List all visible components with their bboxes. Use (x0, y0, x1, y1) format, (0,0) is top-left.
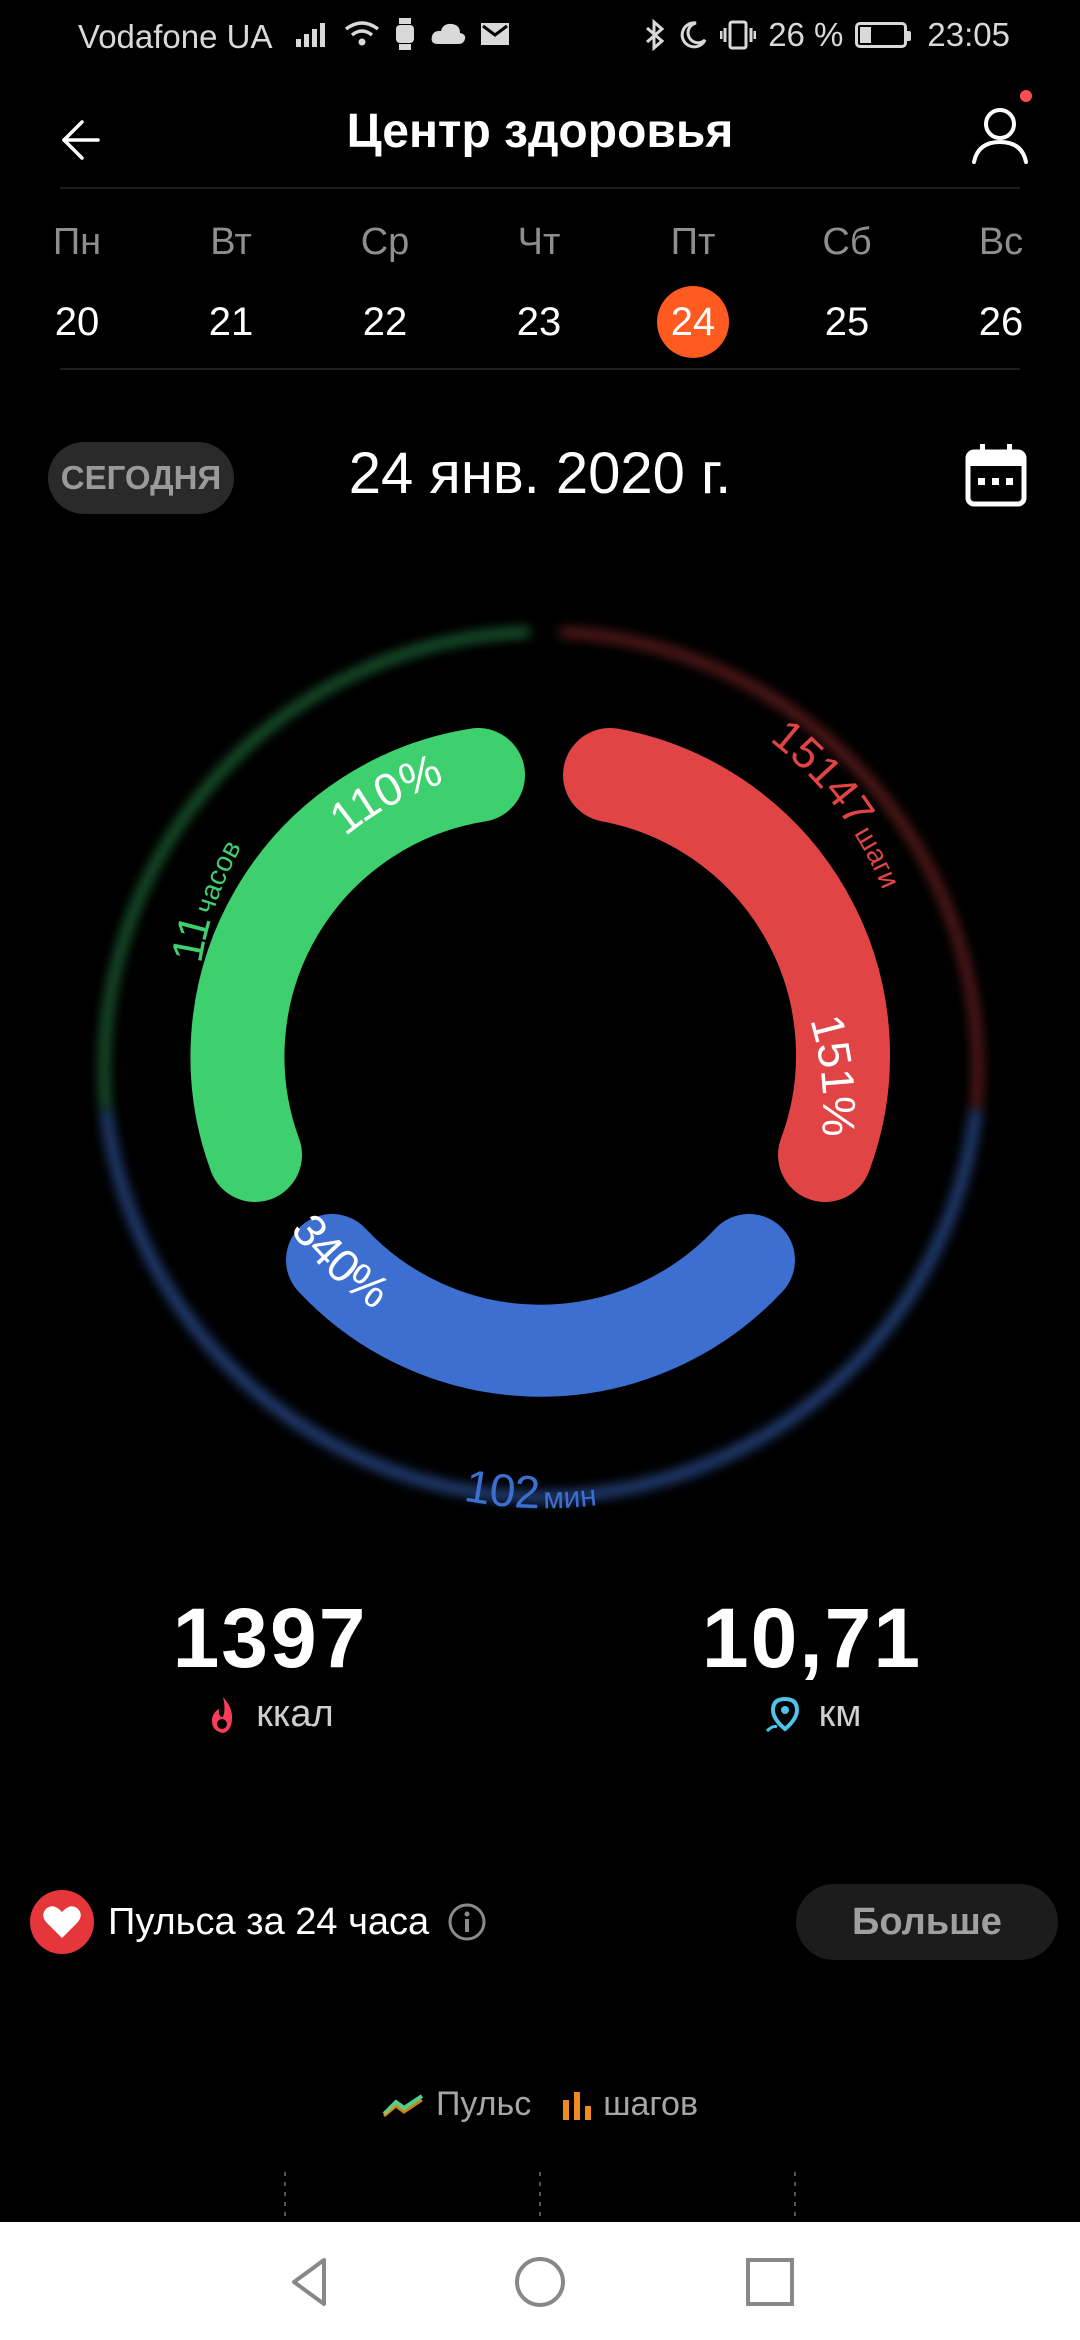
activity-rings: 110% 151% 340% 11часов 15147 шаги 102мин (100, 628, 982, 1518)
day-number: 23 (516, 300, 562, 344)
day-number: 21 (208, 300, 254, 344)
legend-pulse-label: Пульс (435, 2085, 532, 2123)
notification-dot (1020, 90, 1032, 102)
day-sat[interactable]: Сб 25 (797, 215, 897, 358)
more-button[interactable]: Больше (796, 1884, 1058, 1960)
day-sun[interactable]: Вс 26 (951, 215, 1051, 358)
day-tue[interactable]: Вт 21 (181, 215, 281, 358)
exercise-value: 102мин (461, 1459, 598, 1518)
day-number: 24 (657, 286, 729, 358)
nav-recents-icon[interactable] (740, 2252, 800, 2312)
distance-value: 10,71 (701, 1591, 923, 1685)
nav-home-icon[interactable] (510, 2252, 570, 2312)
battery-level-fill (860, 27, 872, 43)
heart-icon (30, 1890, 94, 1954)
location-pin-icon (765, 1696, 799, 1732)
watch-icon (396, 18, 414, 50)
wifi-icon (344, 21, 380, 46)
calories-unit: ккал (256, 1693, 334, 1735)
clock: 23:05 (927, 16, 1010, 53)
day-name: Вт (210, 221, 252, 263)
day-mon[interactable]: Пн 20 (27, 215, 127, 358)
distance-stat[interactable]: 10,71 км (672, 1590, 952, 1736)
calories-stat[interactable]: 1397 ккал (130, 1590, 410, 1736)
info-icon[interactable] (447, 1902, 487, 1942)
day-number: 20 (54, 300, 100, 344)
day-thu[interactable]: Чт 23 (489, 215, 589, 358)
day-number: 26 (978, 300, 1024, 344)
signal-icon (296, 23, 325, 47)
battery-percent: 26 % (768, 16, 844, 53)
week-divider (60, 368, 1020, 370)
app-header: Центр здоровья (0, 90, 1080, 190)
selected-date: 24 янв. 2020 г. (348, 441, 732, 506)
distance-unit: км (818, 1693, 862, 1735)
pulse-line-icon (382, 2093, 424, 2117)
nav-back-icon[interactable] (280, 2252, 340, 2312)
legend-steps[interactable]: шагов (561, 2085, 698, 2124)
day-name: Чт (517, 221, 561, 263)
mail-icon (481, 23, 509, 45)
day-name: Ср (360, 221, 410, 263)
vibrate-icon (720, 20, 757, 50)
flame-icon (212, 1696, 233, 1733)
day-number: 22 (362, 300, 408, 344)
day-name: Пн (52, 221, 102, 263)
battery-icon (855, 22, 912, 48)
chart-gridlines (284, 2172, 796, 2222)
calendar-icon[interactable] (962, 440, 1030, 512)
day-wed[interactable]: Ср 22 (335, 215, 435, 358)
moon-icon (680, 21, 707, 49)
bluetooth-icon (646, 19, 665, 51)
legend-pulse[interactable]: Пульс (382, 2085, 531, 2124)
calories-value: 1397 (172, 1591, 368, 1685)
system-navigation-bar (0, 2222, 1080, 2340)
status-bar: Vodafone UA 26 % 23:05 (0, 0, 1080, 72)
day-fri-selected[interactable]: Пт 24 (643, 215, 743, 358)
legend-steps-label: шагов (603, 2085, 699, 2123)
pulse-title: Пульса за 24 часа (108, 1900, 430, 1943)
day-name: Пт (670, 221, 716, 263)
profile-icon[interactable] (960, 96, 1040, 176)
ring-steps (563, 728, 890, 1202)
carrier-name: Vodafone UA (78, 18, 273, 55)
page-title: Центр здоровья (346, 105, 734, 158)
pulse-section-header: Пульса за 24 часа (30, 1882, 550, 1962)
header-divider (60, 187, 1020, 189)
day-name: Сб (822, 221, 872, 263)
day-number: 25 (824, 300, 870, 344)
day-name: Вс (978, 221, 1024, 263)
bar-chart-icon (563, 2091, 592, 2120)
chart-legend: Пульс шагов (0, 2085, 1080, 2124)
week-selector: Пн 20 Вт 21 Ср 22 Чт 23 Пт 24 Сб 25 Вс 2… (0, 215, 1080, 358)
cloud-icon (431, 23, 466, 44)
